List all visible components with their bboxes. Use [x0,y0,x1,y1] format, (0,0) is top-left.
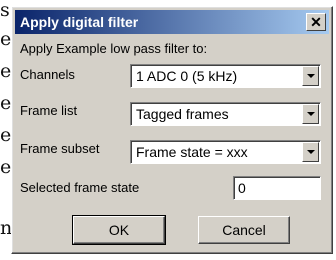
background-letter: e [0,124,12,146]
channels-value: 1 ADC 0 (5 kHz) [136,68,238,84]
ok-button[interactable]: OK [72,215,166,245]
background-letter: e [0,156,12,178]
close-icon: ✕ [310,14,322,30]
frame-subset-value: Frame state = xxx [136,144,248,160]
background-letter: e [0,28,12,50]
close-button[interactable]: ✕ [306,13,326,31]
channels-select[interactable]: 1 ADC 0 (5 kHz) [130,64,321,88]
selected-frame-state-input[interactable] [233,176,321,200]
frame-list-value: Tagged frames [136,106,229,122]
frame-subset-select[interactable]: Frame state = xxx [130,140,321,164]
intro-label: Apply Example low pass filter to: [20,41,208,56]
title-bar[interactable]: Apply digital filter ✕ [15,10,329,34]
background-letter: e [0,92,12,114]
channels-label: Channels [20,67,75,82]
selected-frame-state-label: Selected frame state [20,180,140,195]
background-letter: e [0,60,12,82]
frame-list-select[interactable]: Tagged frames [130,102,321,126]
cancel-button[interactable]: Cancel [198,216,290,244]
frame-list-label: Frame list [20,103,78,118]
apply-digital-filter-dialog: Apply digital filter ✕ Apply Example low… [11,6,333,254]
frame-subset-label: Frame subset [20,141,100,156]
frame-list-dropdown-arrow-icon[interactable] [302,104,319,124]
channels-dropdown-arrow-icon[interactable] [302,66,319,86]
frame-subset-dropdown-arrow-icon[interactable] [302,142,319,162]
dialog-title: Apply digital filter [20,14,139,30]
background-letter: s [0,0,10,21]
